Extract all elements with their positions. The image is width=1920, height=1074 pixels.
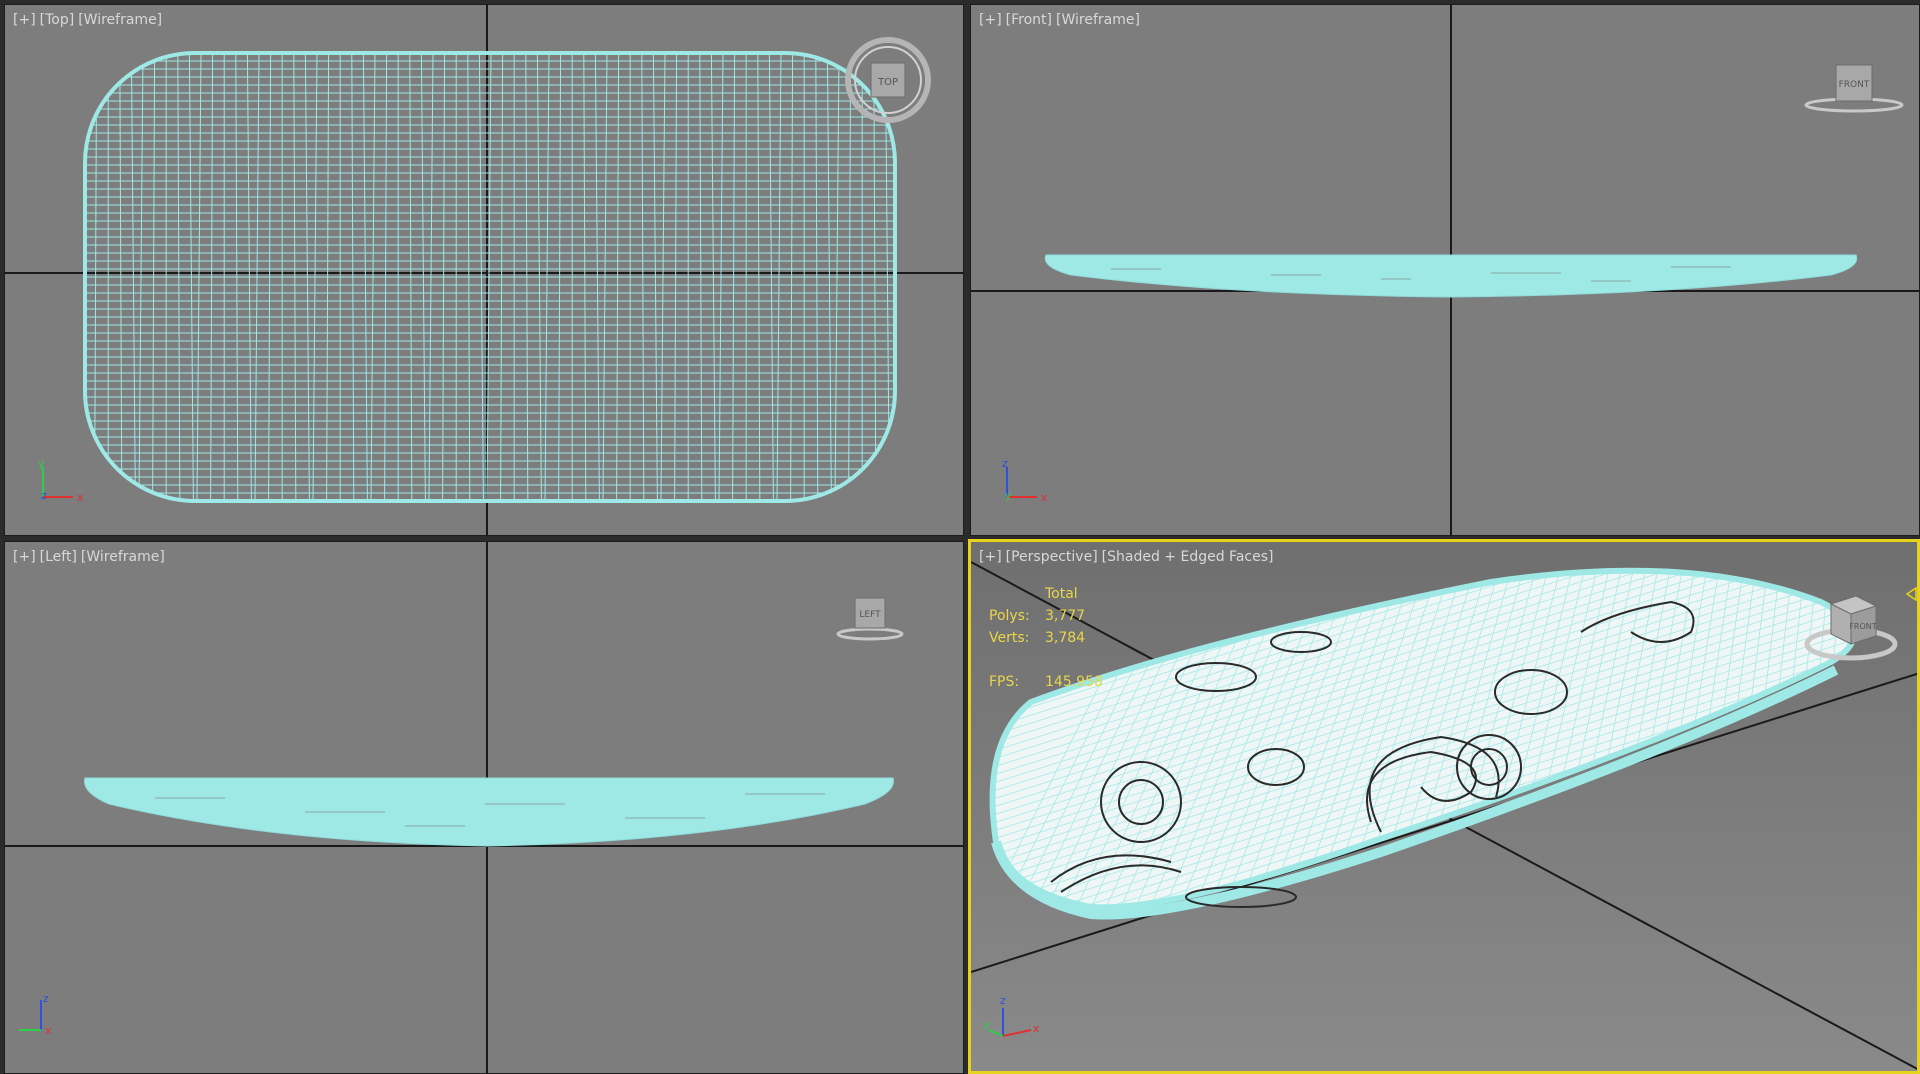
svg-text:z: z bbox=[41, 489, 47, 502]
viewport-view-name[interactable]: [Perspective] bbox=[1006, 549, 1098, 565]
svg-text:x: x bbox=[1041, 491, 1048, 504]
viewport-view-name[interactable]: [Left] bbox=[40, 549, 77, 565]
viewcube-face-label: FRONT bbox=[1849, 622, 1876, 631]
svg-text:x: x bbox=[1033, 1022, 1040, 1035]
viewcube-left[interactable]: LEFT bbox=[835, 594, 905, 644]
axis-tripod-top: y z x bbox=[33, 455, 103, 509]
svg-text:x: x bbox=[45, 1024, 52, 1037]
viewport-menu-plus[interactable]: [+] bbox=[13, 12, 36, 28]
polys-label: Polys: bbox=[989, 608, 1030, 624]
viewport-left[interactable]: [+] [Left] [Wireframe] LEFT z x bbox=[4, 541, 964, 1074]
svg-text:z: z bbox=[43, 992, 49, 1005]
perspective-shaded-mesh bbox=[971, 542, 1917, 1071]
viewcube-face-label: TOP bbox=[877, 77, 898, 88]
viewport-perspective[interactable]: [+] [Perspective] [Shaded + Edged Faces] T… bbox=[968, 539, 1920, 1074]
viewport-shading-mode[interactable]: [Wireframe] bbox=[78, 12, 162, 28]
viewport-view-name[interactable]: [Top] bbox=[40, 12, 75, 28]
viewport-front-label[interactable]: [+] [Front] [Wireframe] bbox=[979, 12, 1144, 28]
top-wireframe-mesh bbox=[5, 5, 963, 535]
fps-value: 145.958 bbox=[1045, 674, 1103, 690]
viewcube-front[interactable]: FRONT bbox=[1799, 57, 1909, 117]
viewcube-face-label: FRONT bbox=[1839, 80, 1870, 90]
svg-text:z: z bbox=[1002, 457, 1008, 470]
viewport-menu-plus[interactable]: [+] bbox=[13, 549, 36, 565]
viewport-shading-mode[interactable]: [Shaded + Edged Faces] bbox=[1102, 549, 1274, 565]
svg-text:x: x bbox=[77, 491, 84, 504]
fps-label: FPS: bbox=[989, 674, 1020, 690]
viewport-front[interactable]: [+] [Front] [Wireframe] FRONT z y x bbox=[970, 4, 1920, 536]
viewport-left-label[interactable]: [+] [Left] [Wireframe] bbox=[13, 549, 169, 565]
viewcube-perspective[interactable]: FRONT bbox=[1801, 584, 1901, 664]
left-wireframe-mesh bbox=[5, 542, 963, 1073]
verts-value: 3,784 bbox=[1045, 630, 1086, 646]
viewport-top[interactable]: [+] [Top] [Wireframe] TOP y z x bbox=[4, 4, 964, 536]
front-wireframe-mesh bbox=[971, 5, 1919, 535]
viewport-view-name[interactable]: [Front] bbox=[1006, 12, 1052, 28]
svg-text:y: y bbox=[1005, 489, 1012, 502]
viewport-menu-plus[interactable]: [+] bbox=[979, 12, 1002, 28]
stats-header: Total bbox=[1045, 586, 1078, 602]
viewport-shading-mode[interactable]: [Wireframe] bbox=[81, 549, 165, 565]
svg-text:z: z bbox=[1000, 994, 1006, 1007]
svg-text:y: y bbox=[38, 457, 45, 470]
verts-label: Verts: bbox=[989, 630, 1030, 646]
axis-tripod-front: z y x bbox=[997, 455, 1067, 509]
viewport-shading-mode[interactable]: [Wireframe] bbox=[1056, 12, 1140, 28]
viewcube-face-label: LEFT bbox=[859, 610, 881, 620]
viewport-scroll-arrow-icon[interactable] bbox=[1905, 586, 1917, 602]
viewport-perspective-label[interactable]: [+] [Perspective] [Shaded + Edged Faces] bbox=[979, 549, 1277, 565]
viewport-menu-plus[interactable]: [+] bbox=[979, 549, 1002, 565]
polys-value: 3,777 bbox=[1045, 608, 1086, 624]
svg-text:y: y bbox=[983, 1018, 990, 1031]
axis-tripod-perspective: z y x bbox=[981, 988, 1051, 1052]
axis-tripod-left: z x bbox=[11, 988, 71, 1042]
viewport-top-label[interactable]: [+] [Top] [Wireframe] bbox=[13, 12, 166, 28]
statistics-overlay: Total Polys: 3,777 Verts: 3,784 FPS: 145.95… bbox=[989, 586, 1103, 696]
viewcube-top[interactable]: TOP bbox=[843, 35, 933, 125]
